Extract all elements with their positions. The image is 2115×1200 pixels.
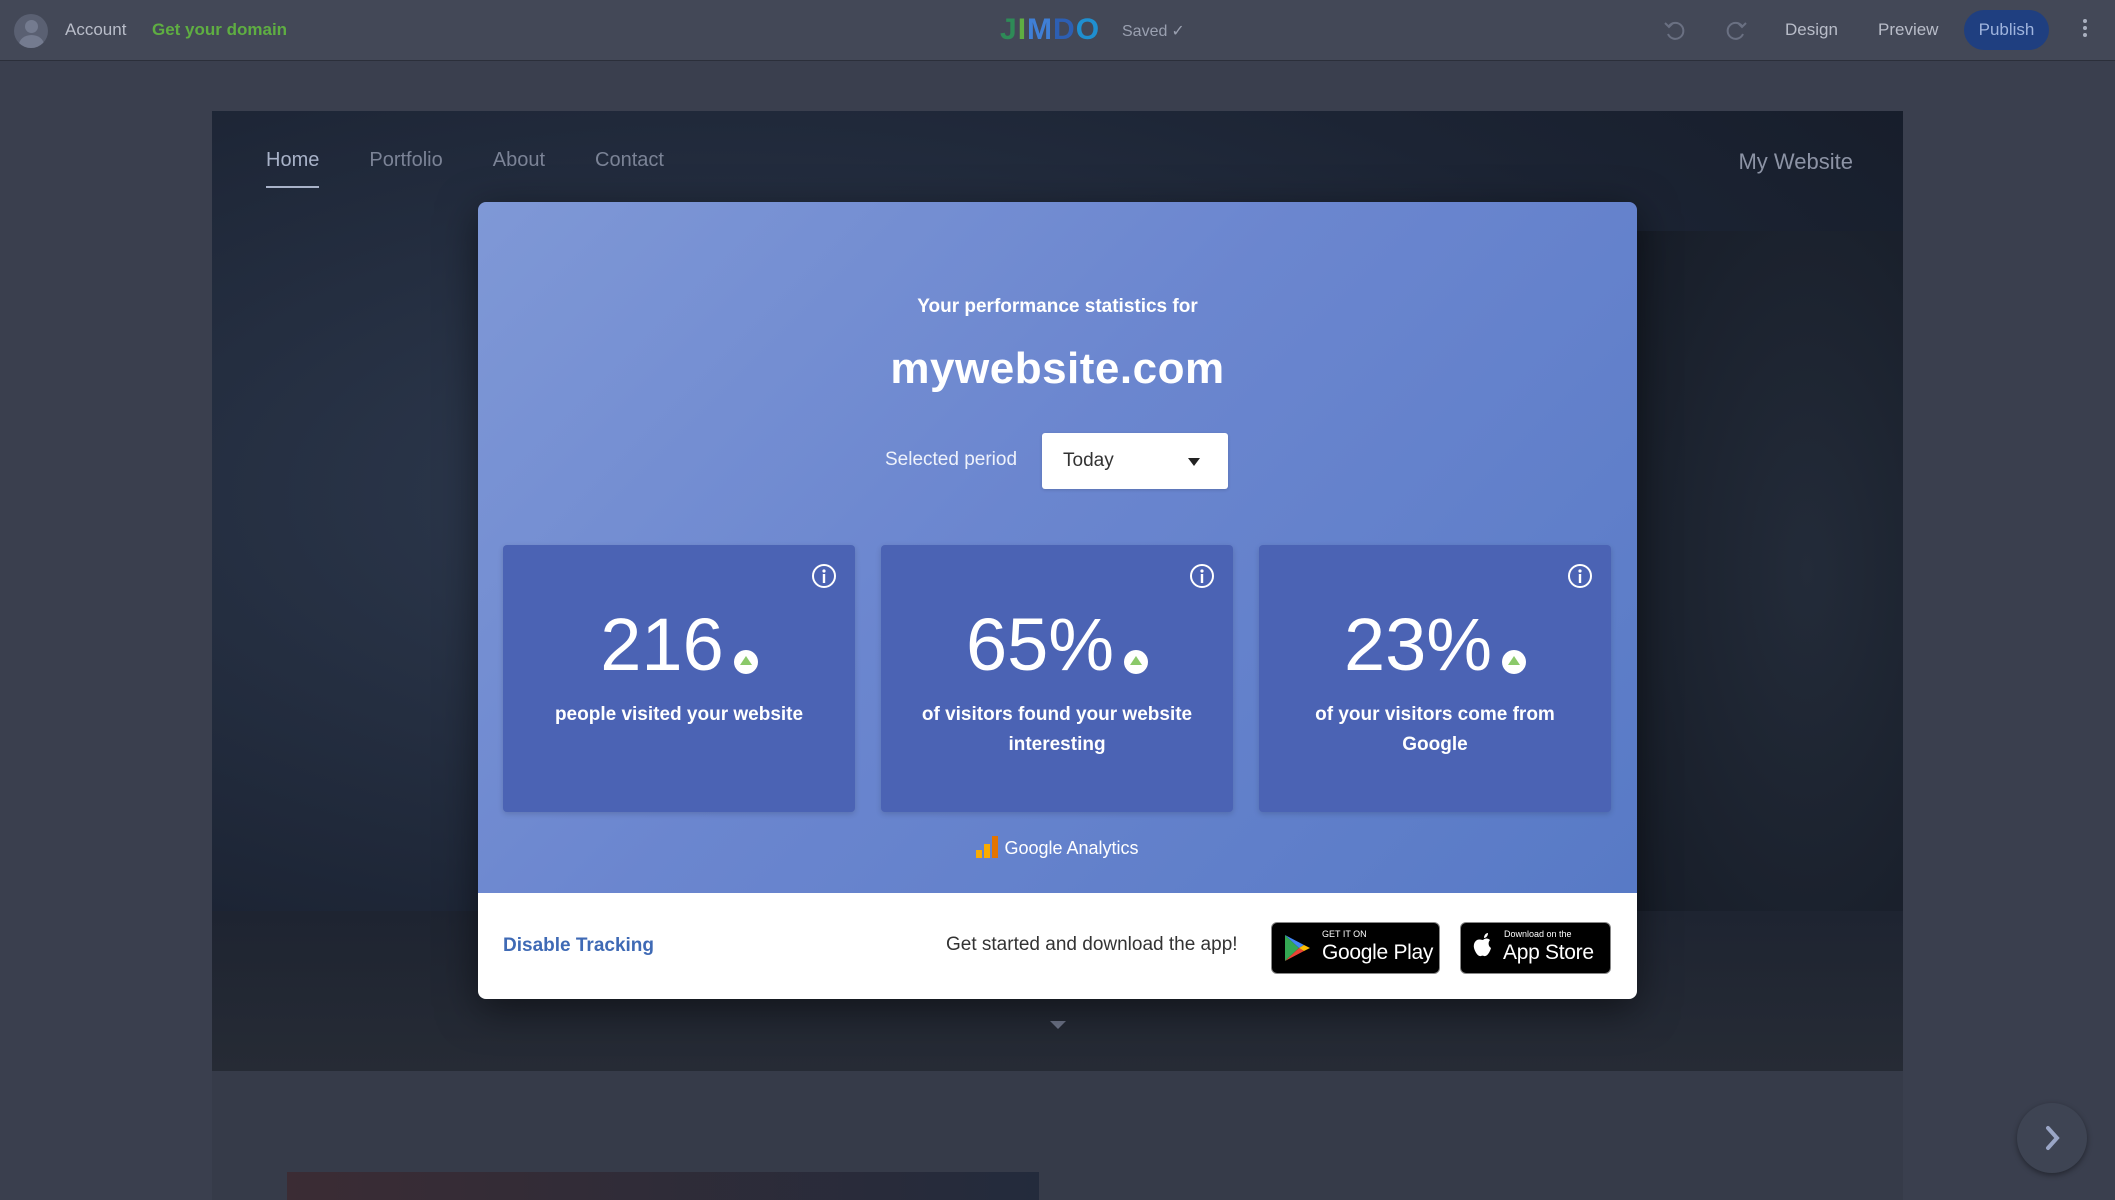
stat-description: of visitors found your website interesti… bbox=[921, 704, 1193, 755]
period-label: Selected period bbox=[885, 449, 1018, 470]
publish-button[interactable]: Publish bbox=[1964, 10, 2049, 50]
app-store-small-text: Download on the bbox=[1504, 929, 1572, 939]
stat-description: people visited your website bbox=[554, 704, 804, 725]
info-icon[interactable] bbox=[1567, 563, 1593, 589]
app-store-big-text: App Store bbox=[1503, 941, 1594, 964]
modal-footer: Disable Tracking Get started and downloa… bbox=[478, 893, 1637, 999]
google-play-icon bbox=[1285, 935, 1310, 961]
logo-letter: J bbox=[1000, 13, 1017, 46]
google-play-big-text: Google Play bbox=[1322, 941, 1434, 964]
saved-status-text: Saved bbox=[1122, 23, 1168, 40]
more-options-icon[interactable] bbox=[2078, 16, 2092, 44]
statistics-panel: Your performance statistics for mywebsit… bbox=[478, 202, 1637, 893]
account-avatar-icon[interactable] bbox=[14, 14, 48, 48]
nav-item-contact[interactable]: Contact bbox=[595, 149, 664, 188]
info-icon[interactable] bbox=[1189, 563, 1215, 589]
period-select[interactable]: Today bbox=[1042, 433, 1228, 489]
nav-item-about[interactable]: About bbox=[493, 149, 545, 188]
site-title: My Website bbox=[1738, 149, 1853, 174]
trend-up-icon bbox=[1124, 650, 1149, 674]
stat-description: of your visitors come from Google bbox=[1315, 704, 1555, 755]
google-analytics-label: Google Analytics bbox=[1004, 838, 1139, 858]
section-image bbox=[287, 1172, 1039, 1200]
disable-tracking-link[interactable]: Disable Tracking bbox=[503, 935, 654, 957]
account-link[interactable]: Account bbox=[65, 20, 126, 40]
scroll-down-icon[interactable] bbox=[1050, 1021, 1066, 1029]
google-play-small-text: GET IT ON bbox=[1322, 929, 1367, 939]
redo-icon[interactable] bbox=[1723, 17, 1749, 43]
design-button[interactable]: Design bbox=[1785, 20, 1838, 40]
app-download-prompt: Get started and download the app! bbox=[946, 934, 1238, 955]
saved-status: Saved ✓ bbox=[1122, 21, 1185, 41]
apple-icon bbox=[1473, 933, 1491, 957]
logo-letter: I bbox=[1017, 13, 1026, 46]
stat-card-interest: 65% of visitors found your website inter… bbox=[881, 545, 1233, 812]
logo-letter: D bbox=[1053, 13, 1075, 46]
check-icon: ✓ bbox=[1171, 23, 1185, 40]
app-store-button[interactable]: Download on the App Store bbox=[1460, 922, 1611, 974]
period-value: Today bbox=[1063, 450, 1114, 471]
stat-value: 23% bbox=[1343, 603, 1493, 686]
caret-down-icon bbox=[1188, 458, 1200, 466]
preview-button[interactable]: Preview bbox=[1878, 20, 1938, 40]
statistics-subtitle: Your performance statistics for bbox=[917, 296, 1198, 317]
next-panel-button[interactable] bbox=[2017, 1103, 2087, 1173]
stat-value: 216 bbox=[600, 603, 724, 686]
info-icon[interactable] bbox=[811, 563, 837, 589]
stat-card-google: 23% of your visitors come from Google bbox=[1259, 545, 1611, 812]
logo-letter: O bbox=[1075, 13, 1099, 46]
nav-item-home[interactable]: Home bbox=[266, 149, 320, 188]
jimdo-logo: J I M D O bbox=[1000, 13, 1099, 46]
site-navigation: Home Portfolio About Contact bbox=[266, 149, 664, 188]
website-domain: mywebsite.com bbox=[890, 344, 1225, 393]
nav-item-portfolio[interactable]: Portfolio bbox=[369, 149, 442, 188]
trend-up-icon bbox=[1502, 650, 1527, 674]
get-domain-link[interactable]: Get your domain bbox=[152, 20, 287, 40]
stat-card-visitors: 216 people visited your website bbox=[503, 545, 855, 812]
stat-value: 65% bbox=[965, 603, 1115, 686]
google-analytics-icon bbox=[976, 836, 999, 858]
google-play-button[interactable]: GET IT ON Google Play bbox=[1271, 922, 1440, 974]
statistics-modal: Your performance statistics for mywebsit… bbox=[478, 202, 1637, 999]
undo-icon[interactable] bbox=[1662, 17, 1688, 43]
chevron-right-icon bbox=[2046, 1126, 2060, 1150]
google-analytics-credit: Google Analytics bbox=[478, 836, 1637, 859]
editor-topbar: Account Get your domain J I M D O Saved ✓… bbox=[0, 0, 2115, 60]
trend-up-icon bbox=[733, 650, 758, 674]
page-section-below bbox=[212, 1071, 1903, 1200]
logo-letter: M bbox=[1027, 13, 1052, 46]
